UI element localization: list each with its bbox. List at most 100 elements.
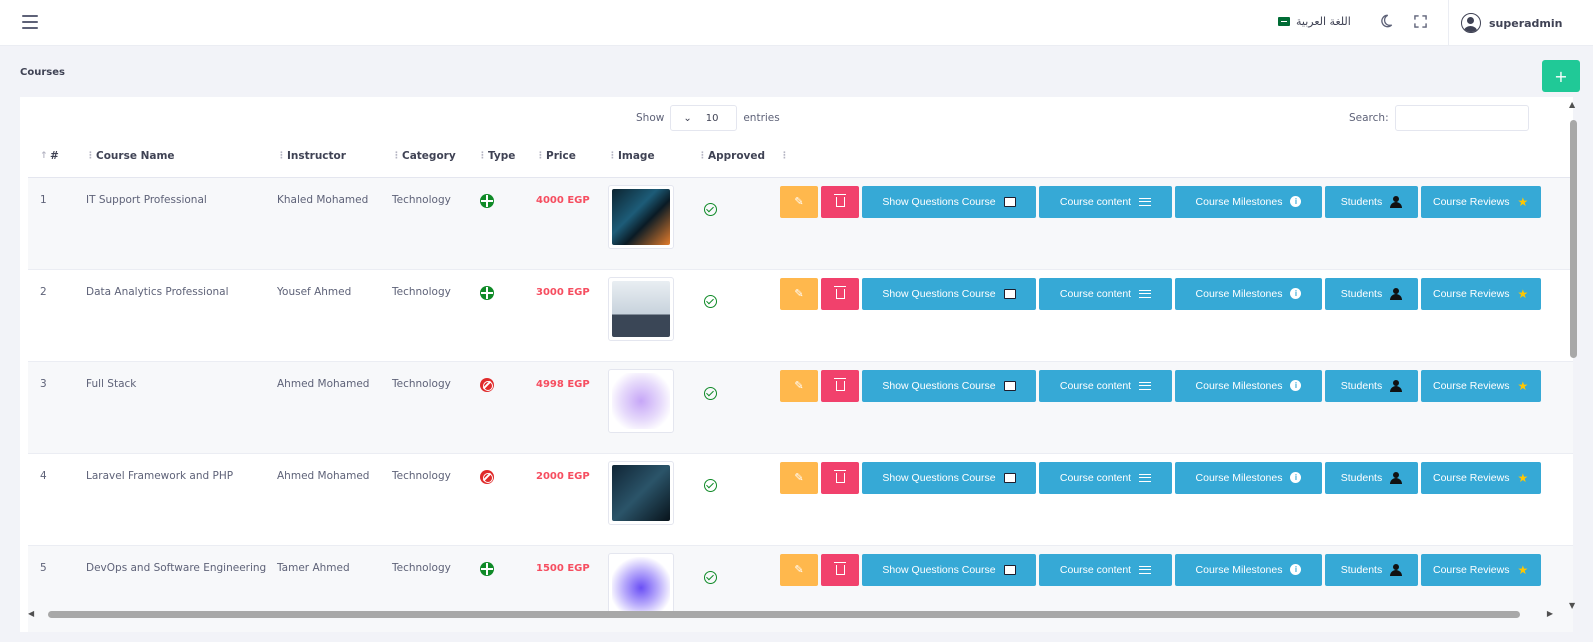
username: superadmin [1489, 16, 1563, 30]
scroll-right-icon[interactable]: ▶ [1547, 609, 1553, 618]
sort-icon: ⋮ [608, 150, 617, 161]
edit-button[interactable]: ✎ [780, 369, 818, 402]
course-thumbnail [608, 460, 674, 525]
add-course-button[interactable]: + [1542, 60, 1580, 92]
course-milestones-button[interactable]: Course Milestones i [1175, 277, 1322, 310]
header-course-name[interactable]: ⋮Course Name [80, 135, 277, 178]
person-icon [1390, 287, 1403, 300]
hamburger-icon[interactable] [22, 15, 38, 29]
list-icon [1139, 289, 1152, 298]
scroll-up-icon[interactable]: ▲ [1569, 100, 1575, 109]
scroll-down-icon[interactable]: ▼ [1569, 601, 1575, 610]
row-actions: ✎ Show Questions Course Course content Cour… [780, 461, 1573, 494]
cell-course-name: Data Analytics Professional [80, 269, 277, 362]
students-button[interactable]: Students [1325, 461, 1418, 494]
course-content-button[interactable]: Course content [1039, 369, 1172, 402]
user-menu[interactable]: superadmin [1448, 0, 1593, 46]
language-switcher[interactable]: اللغة العربية [1278, 15, 1351, 28]
edit-button[interactable]: ✎ [780, 461, 818, 494]
language-label: اللغة العربية [1296, 15, 1351, 28]
course-reviews-button[interactable]: Course Reviews ★ [1421, 185, 1541, 218]
header-image[interactable]: ⋮Image [608, 135, 698, 178]
online-type-icon [480, 285, 494, 300]
trash-icon [833, 377, 846, 391]
search: Search: [1349, 105, 1529, 131]
header-category[interactable]: ⋮Category [392, 135, 478, 178]
entries-select[interactable]: ⌄ 10 [670, 105, 738, 131]
cell-image [608, 177, 698, 270]
cell-approved [698, 269, 780, 362]
course-content-button[interactable]: Course content [1039, 461, 1172, 494]
horizontal-scrollbar[interactable]: ◀ ▶ [28, 609, 1553, 619]
course-content-button[interactable]: Course content [1039, 185, 1172, 218]
cell-category: Technology [392, 177, 478, 270]
course-reviews-button[interactable]: Course Reviews ★ [1421, 369, 1541, 402]
delete-button[interactable] [821, 461, 859, 494]
header-approved[interactable]: ⋮Approved [698, 135, 780, 178]
header-number[interactable]: ↑ # [28, 135, 80, 178]
cell-course-name: Laravel Framework and PHP [80, 453, 277, 546]
students-button[interactable]: Students [1325, 369, 1418, 402]
clipboard-icon [1003, 288, 1016, 299]
course-content-button[interactable]: Course content [1039, 277, 1172, 310]
course-reviews-button[interactable]: Course Reviews ★ [1421, 277, 1541, 310]
delete-button[interactable] [821, 369, 859, 402]
cell-price: 2000 EGP [536, 453, 608, 546]
edit-button[interactable]: ✎ [780, 277, 818, 310]
horizontal-scroll-thumb[interactable] [48, 611, 1520, 618]
course-image [612, 464, 670, 521]
header-type[interactable]: ⋮Type [478, 135, 536, 178]
scroll-left-icon[interactable]: ◀ [28, 609, 34, 618]
course-milestones-button[interactable]: Course Milestones i [1175, 461, 1322, 494]
milestone-icon: i [1290, 564, 1302, 575]
course-thumbnail [608, 552, 674, 617]
course-milestones-button[interactable]: Course Milestones i [1175, 369, 1322, 402]
cell-type [478, 453, 536, 546]
trash-icon [833, 469, 846, 483]
students-button[interactable]: Students [1325, 553, 1418, 586]
courses-table: ↑ # ⋮Course Name ⋮Instructor ⋮Category ⋮T… [28, 135, 1573, 632]
price-value: 4000 EGP [536, 194, 590, 206]
edit-button[interactable]: ✎ [780, 553, 818, 586]
show-questions-button[interactable]: Show Questions Course [862, 553, 1036, 586]
course-reviews-button[interactable]: Course Reviews ★ [1421, 461, 1541, 494]
search-label: Search: [1349, 112, 1389, 124]
cell-instructor: Ahmed Mohamed [277, 453, 392, 546]
fullscreen-icon[interactable] [1414, 15, 1427, 28]
vertical-scrollbar[interactable]: ▲ ▼ [1568, 100, 1578, 610]
show-questions-button[interactable]: Show Questions Course [862, 185, 1036, 218]
sort-icon: ⋮ [86, 150, 95, 161]
dark-mode-icon[interactable] [1379, 14, 1393, 28]
table-row: 4 Laravel Framework and PHP Ahmed Mohamed T… [28, 453, 1573, 546]
show-questions-button[interactable]: Show Questions Course [862, 369, 1036, 402]
course-milestones-button[interactable]: Course Milestones i [1175, 553, 1322, 586]
person-icon [1390, 379, 1403, 392]
show-questions-button[interactable]: Show Questions Course [862, 277, 1036, 310]
search-input[interactable] [1394, 105, 1529, 131]
students-button[interactable]: Students [1325, 277, 1418, 310]
person-icon [1390, 471, 1403, 484]
students-button[interactable]: Students [1325, 185, 1418, 218]
delete-button[interactable] [821, 553, 859, 586]
star-icon: ★ [1517, 562, 1529, 577]
delete-button[interactable] [821, 277, 859, 310]
cell-category: Technology [392, 361, 478, 454]
saudi-flag-icon [1278, 17, 1290, 26]
cell-instructor: Yousef Ahmed [277, 269, 392, 362]
show-questions-button[interactable]: Show Questions Course [862, 461, 1036, 494]
course-milestones-button[interactable]: Course Milestones i [1175, 185, 1322, 218]
header-price[interactable]: ⋮Price [536, 135, 608, 178]
star-icon: ★ [1517, 378, 1529, 393]
course-reviews-button[interactable]: Course Reviews ★ [1421, 553, 1541, 586]
course-content-button[interactable]: Course content [1039, 553, 1172, 586]
cell-image [608, 361, 698, 454]
edit-button[interactable]: ✎ [780, 185, 818, 218]
delete-button[interactable] [821, 185, 859, 218]
approved-check-icon [704, 478, 717, 492]
vertical-scroll-thumb[interactable] [1570, 120, 1577, 358]
cell-approved [698, 177, 780, 270]
sort-asc-icon: ↑ [40, 150, 48, 161]
header-instructor[interactable]: ⋮Instructor [277, 135, 392, 178]
cell-approved [698, 361, 780, 454]
avatar-icon [1461, 13, 1481, 33]
